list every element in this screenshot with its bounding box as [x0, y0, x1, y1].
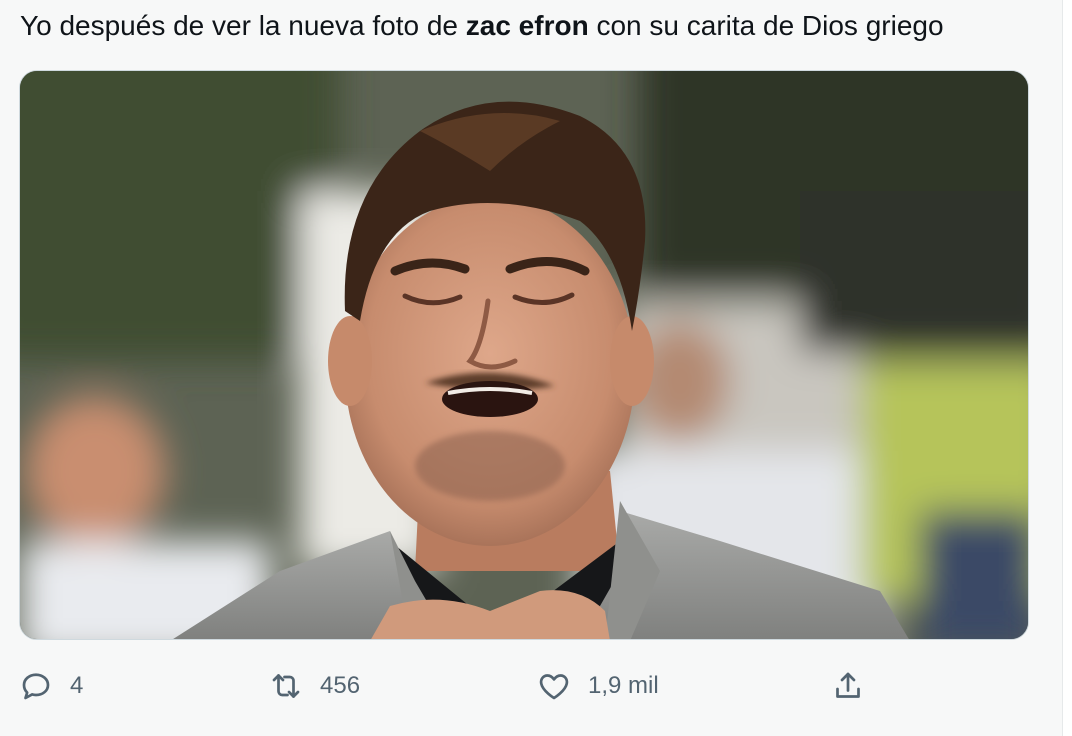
scroll-edge	[1062, 0, 1072, 736]
share-icon	[836, 672, 860, 698]
share-button[interactable]	[830, 660, 866, 712]
reply-button[interactable]: 4	[18, 660, 83, 712]
meme-photo	[20, 71, 1028, 639]
like-button[interactable]: 1,9 mil	[536, 660, 659, 712]
tweet-image[interactable]	[19, 70, 1029, 640]
tweet: Yo después de ver la nueva foto de zac e…	[0, 0, 1062, 736]
heart-icon	[539, 674, 569, 700]
tweet-text-part: Yo después de ver la nueva foto de	[20, 10, 466, 41]
tweet-text-part: con su carita de Dios griego	[588, 10, 944, 41]
retweet-count: 456	[320, 672, 361, 699]
tweet-text: Yo después de ver la nueva foto de zac e…	[20, 8, 944, 44]
tweet-actions: 4 456 1,9 mil	[0, 660, 1062, 712]
reply-count: 4	[70, 672, 84, 699]
like-count: 1,9 mil	[588, 672, 659, 699]
retweet-button[interactable]: 456	[268, 660, 360, 712]
retweet-icon	[272, 674, 300, 698]
reply-icon	[22, 673, 50, 700]
tweet-text-bold: zac efron	[465, 10, 589, 41]
